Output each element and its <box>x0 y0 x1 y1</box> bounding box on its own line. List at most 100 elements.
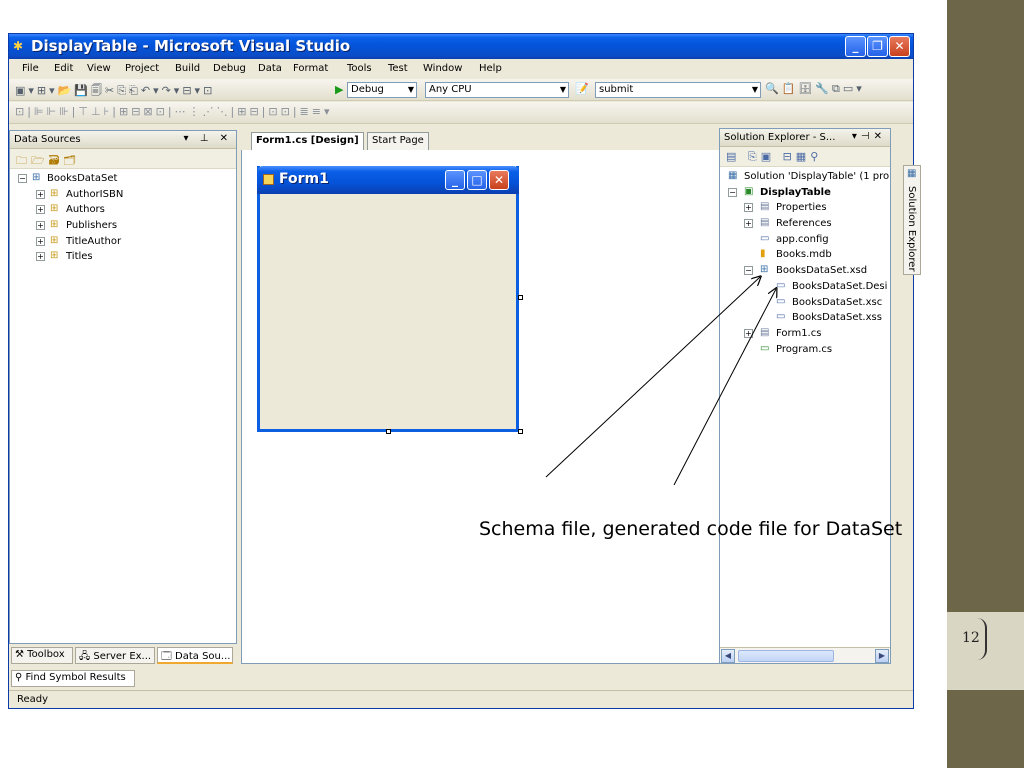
tree-item-file[interactable]: ▭ BooksDataSet.xsc <box>720 295 890 311</box>
form1-title-bar[interactable]: Form1 _ □ ✕ <box>257 166 519 194</box>
tree-item-table[interactable]: + ⊞ AuthorISBN <box>10 187 236 203</box>
tree-item-file[interactable]: ▭ BooksDataSet.xss <box>720 310 890 326</box>
menu-debug[interactable]: Debug <box>213 63 246 74</box>
expand-icon[interactable]: + <box>36 252 45 262</box>
tab-data-sources[interactable]: 🗔 Data Sou... <box>157 647 233 664</box>
close-button[interactable]: ✕ <box>889 36 910 57</box>
tab-toolbox[interactable]: ⚒ Toolbox <box>11 647 73 664</box>
menu-data[interactable]: Data <box>258 63 282 74</box>
left-dock-tabs: ⚒ Toolbox 🖧 Server Ex... 🗔 Data Sou... <box>9 645 237 666</box>
solution-explorer-side-label: Solution Explorer <box>906 186 917 272</box>
menu-project[interactable]: Project <box>125 63 159 74</box>
tree-item-file[interactable]: + ▤ Form1.cs <box>720 326 890 342</box>
solution-configuration-combo[interactable]: Debug ▼ <box>347 82 417 98</box>
menu-help[interactable]: Help <box>479 63 502 74</box>
tree-item-table[interactable]: + ⊞ Authors <box>10 202 236 218</box>
tree-item-project[interactable]: − ▣ DisplayTable <box>720 185 890 201</box>
properties-icon: ▤ <box>760 201 770 213</box>
tree-item-file[interactable]: ▭ app.config <box>720 232 890 248</box>
horizontal-scrollbar[interactable]: ◀ ▶ <box>720 647 890 663</box>
tree-label: Solution 'DisplayTable' (1 pro <box>744 171 890 182</box>
tab-find-symbol-results[interactable]: ⚲ Find Symbol Results <box>11 670 135 687</box>
tree-item-table[interactable]: + ⊞ Titles <box>10 249 236 265</box>
solution-explorer-toolbar[interactable]: ▤ ⎘▣ ⊟▦⚲ <box>720 147 890 167</box>
table-icon: ⊞ <box>50 234 59 246</box>
expand-icon[interactable]: + <box>744 203 753 213</box>
tree-label: Titles <box>66 251 93 263</box>
resize-handle-right[interactable] <box>518 295 523 300</box>
tree-item-file[interactable]: ▮ Books.mdb <box>720 247 890 263</box>
tree-label: AuthorISBN <box>66 188 124 200</box>
code-file-icon: ▭ <box>776 279 786 291</box>
restore-button[interactable]: ❐ <box>867 36 888 57</box>
collapse-icon[interactable]: − <box>18 174 27 183</box>
menu-window[interactable]: Window <box>423 63 462 74</box>
tree-item-table[interactable]: + ⊞ TitleAuthor <box>10 234 236 250</box>
dataset-schema-icon: ⊞ <box>760 264 769 276</box>
tab-label: Server Ex... <box>93 651 152 662</box>
data-sources-tree: − ⊞ BooksDataSet + ⊞ AuthorISBN + ⊞ Auth… <box>10 171 236 265</box>
tab-label: Toolbox <box>27 649 65 660</box>
data-sources-toolbar[interactable]: 🗀🗁🗃🗂 <box>10 149 236 169</box>
scroll-left-button[interactable]: ◀ <box>721 649 735 663</box>
tree-item-folder[interactable]: + ▤ References <box>720 216 890 232</box>
document-tabs: Form1.cs [Design] Start Page <box>241 130 721 150</box>
tree-item-booksdataset[interactable]: − ⊞ BooksDataSet <box>10 171 236 187</box>
tree-item-file[interactable]: − ⊞ BooksDataSet.xsd <box>720 263 890 279</box>
minimize-button[interactable]: _ <box>845 36 866 57</box>
expand-icon[interactable]: + <box>744 328 753 338</box>
expand-icon[interactable]: + <box>36 205 45 215</box>
solution-explorer-panel: Solution Explorer - S... ▾⊣✕ ▤ ⎘▣ ⊟▦⚲ ▦ … <box>719 128 891 664</box>
title-bar[interactable]: ✱ DisplayTable - Microsoft Visual Studio… <box>9 34 913 59</box>
tree-label: Properties <box>776 202 827 214</box>
menu-file[interactable]: File <box>22 63 39 74</box>
tree-item-solution[interactable]: ▦ Solution 'DisplayTable' (1 pro <box>720 169 890 185</box>
solution-platform-combo[interactable]: Any CPU ▼ <box>425 82 569 98</box>
data-sources-icon: 🗔 <box>161 651 172 662</box>
expand-icon[interactable]: + <box>36 236 45 246</box>
start-debugging-icon[interactable]: ▶ <box>335 83 343 96</box>
tab-label: Find Symbol Results <box>25 672 126 683</box>
panel-controls[interactable]: ▾ ⊥ ✕ <box>184 133 232 144</box>
tree-item-file[interactable]: ▭ Program.cs <box>720 342 890 358</box>
find-combo[interactable]: submit ▼ <box>595 82 761 98</box>
collapse-icon[interactable]: − <box>728 187 737 197</box>
tree-item-folder[interactable]: + ▤ Properties <box>720 200 890 216</box>
tab-start-page[interactable]: Start Page <box>367 132 429 150</box>
tree-label: app.config <box>776 233 829 245</box>
resize-handle-bottom[interactable] <box>386 429 391 434</box>
tree-label: References <box>776 218 832 230</box>
window-toolbar-icons[interactable]: 🔍📋🗄🔧⧉▭▾ <box>765 82 905 96</box>
expand-icon[interactable]: + <box>36 189 45 199</box>
scroll-thumb[interactable] <box>738 650 834 662</box>
menu-format[interactable]: Format <box>293 63 328 74</box>
form1-client-area[interactable] <box>257 166 519 432</box>
menu-view[interactable]: View <box>87 63 111 74</box>
tree-item-file[interactable]: ▭ BooksDataSet.Desi <box>720 279 890 295</box>
collapse-icon[interactable]: − <box>744 266 753 276</box>
form-close-button: ✕ <box>489 170 509 190</box>
scroll-right-button[interactable]: ▶ <box>875 649 889 663</box>
tab-form1-design[interactable]: Form1.cs [Design] <box>251 132 364 150</box>
find-symbol-icon: ⚲ <box>15 672 23 683</box>
menu-test[interactable]: Test <box>388 63 408 74</box>
panel-controls[interactable]: ▾⊣✕ <box>852 131 886 142</box>
menu-edit[interactable]: Edit <box>54 63 73 74</box>
tree-label: BooksDataSet.xss <box>792 312 882 324</box>
resize-handle-corner[interactable] <box>518 429 523 434</box>
menu-build[interactable]: Build <box>175 63 200 74</box>
expand-icon[interactable]: + <box>36 221 45 231</box>
layout-toolbar-icons[interactable]: ⊡|⊫⊩⊪|⊤⊥⊦|⊞⊟⊠⊡|⋯⋮⋰⋱|⊞⊟|⊡⊡|≣≡▾ <box>15 105 575 118</box>
dataset-icon: ⊞ <box>32 172 41 183</box>
tree-label: Books.mdb <box>776 249 832 261</box>
standard-toolbar-icons[interactable]: ▣▾⊞▾📂💾🗐✂⎘⎗↶▾↷▾⊟▾⊡ <box>15 82 335 101</box>
menu-tools[interactable]: Tools <box>347 63 372 74</box>
find-in-files-icon[interactable]: 📝 <box>575 82 595 95</box>
solution-explorer-side-tab[interactable]: ▦ Solution Explorer <box>903 165 921 275</box>
tab-server-explorer[interactable]: 🖧 Server Ex... <box>75 647 155 664</box>
solution-icon: ▦ <box>728 170 738 181</box>
tree-item-table[interactable]: + ⊞ Publishers <box>10 218 236 234</box>
status-text: Ready <box>17 694 49 705</box>
expand-icon[interactable]: + <box>744 219 753 229</box>
tree-label: Form1.cs <box>776 327 822 339</box>
